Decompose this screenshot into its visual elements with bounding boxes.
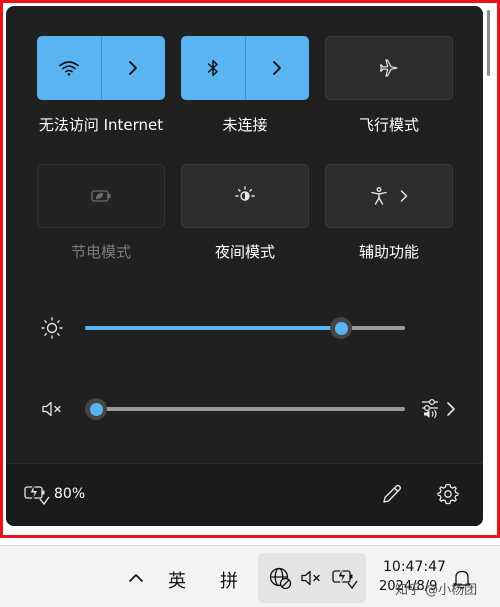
airplane-tile[interactable]	[325, 36, 453, 100]
show-hidden-icons-button[interactable]	[126, 568, 146, 588]
audio-output-button[interactable]	[420, 396, 460, 422]
volume-muted-icon	[42, 401, 61, 417]
system-tray-quick-settings-button[interactable]	[258, 553, 366, 603]
wifi-expand-button[interactable]	[101, 37, 164, 99]
quick-settings-panel: 无法访问 Internet 未连接 飞行模式 节电模式 夜间模式 辅助功能 80…	[6, 6, 483, 526]
wifi-toggle[interactable]	[38, 37, 101, 99]
brightness-slider[interactable]	[85, 326, 405, 330]
accessibility-icon	[371, 187, 387, 205]
settings-button[interactable]	[436, 482, 460, 506]
volume-slider[interactable]	[96, 407, 405, 411]
quick-settings-footer: 80%	[6, 463, 483, 526]
battery-percent: 80%	[54, 486, 86, 502]
battery-charging-icon	[24, 483, 50, 506]
bluetooth-expand-button[interactable]	[245, 37, 308, 99]
audio-output-settings-icon	[422, 398, 455, 419]
wifi-tile[interactable]	[37, 36, 165, 100]
bluetooth-tile[interactable]	[181, 36, 309, 100]
pencil-icon	[383, 484, 402, 503]
night-light-label: 夜间模式	[214, 243, 275, 261]
battery-saver-label: 节电模式	[70, 243, 131, 261]
night-light-icon	[235, 186, 255, 201]
brightness-icon	[41, 317, 63, 339]
accessibility-tile[interactable]	[325, 164, 453, 228]
chevron-right-icon	[272, 61, 281, 75]
clock-time: 10:47:47	[383, 559, 446, 575]
battery-button[interactable]: 80%	[20, 476, 100, 512]
bluetooth-icon	[208, 59, 218, 77]
panel-scrollbar[interactable]	[487, 10, 490, 76]
night-light-tile[interactable]	[181, 164, 309, 228]
wifi-label: 无法访问 Internet	[38, 116, 164, 134]
brightness-slider-fill	[85, 326, 341, 330]
airplane-icon	[379, 59, 398, 77]
bluetooth-label: 未连接	[222, 116, 268, 134]
gear-icon	[437, 483, 459, 505]
airplane-label: 飞行模式	[358, 116, 419, 134]
brightness-slider-thumb[interactable]	[330, 317, 352, 339]
notification-button[interactable]	[452, 568, 472, 590]
ime-mode-indicator[interactable]: 拼	[220, 567, 238, 593]
chevron-up-icon	[129, 574, 143, 582]
wifi-icon	[59, 61, 80, 76]
network-no-internet-icon	[269, 567, 292, 590]
chevron-right-icon	[400, 190, 408, 202]
bluetooth-toggle[interactable]	[182, 37, 245, 99]
battery-saver-icon	[91, 190, 111, 202]
volume-muted-icon	[301, 570, 320, 586]
volume-slider-thumb[interactable]	[85, 398, 107, 420]
ime-language-indicator[interactable]: 英	[168, 567, 186, 593]
taskbar: 英 拼 10:47:47 2024/8/9 知乎 @小杨团	[0, 545, 500, 607]
bell-icon	[453, 570, 471, 589]
edit-quick-settings-button[interactable]	[380, 482, 404, 506]
chevron-right-icon	[128, 61, 137, 75]
accessibility-label: 辅助功能	[358, 243, 419, 261]
battery-saver-tile[interactable]	[37, 164, 165, 228]
battery-charging-icon	[332, 567, 358, 590]
